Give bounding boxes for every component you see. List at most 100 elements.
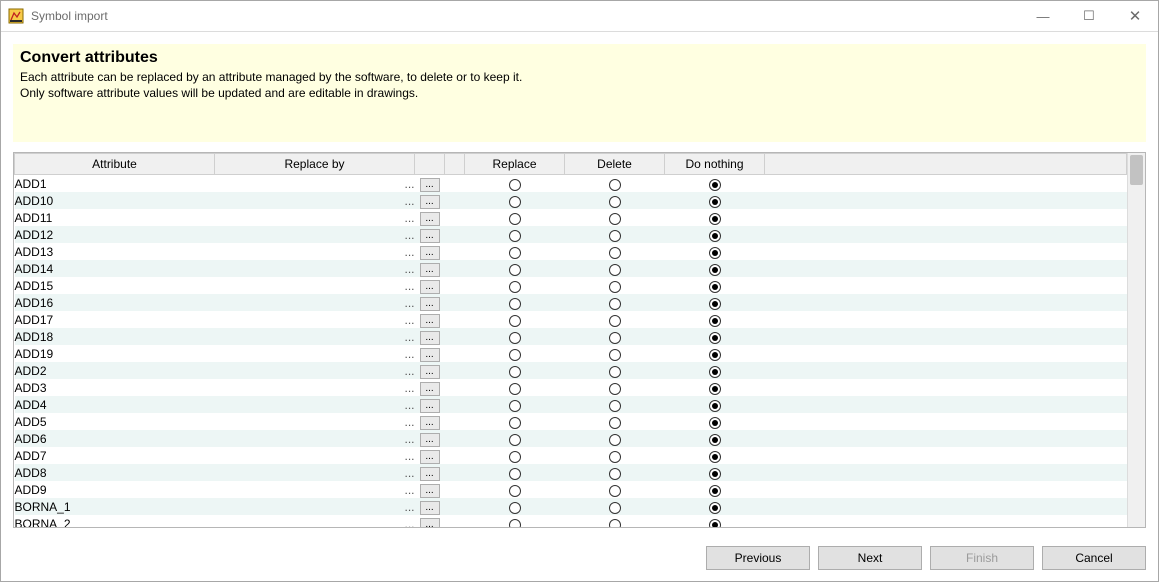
table-row[interactable]: ADD17...... [15,311,1127,328]
radio-delete[interactable] [609,502,621,514]
radio-replace[interactable] [509,519,521,528]
radio-delete[interactable] [609,383,621,395]
replace-by-cell[interactable]: ... [215,362,415,379]
radio-delete[interactable] [609,196,621,208]
replace-by-cell[interactable]: ... [215,396,415,413]
radio-replace[interactable] [509,434,521,446]
radio-delete[interactable] [609,264,621,276]
radio-do_nothing[interactable] [709,383,721,395]
radio-replace[interactable] [509,247,521,259]
scrollbar-thumb[interactable] [1130,155,1143,185]
radio-delete[interactable] [609,179,621,191]
radio-do_nothing[interactable] [709,417,721,429]
browse-button[interactable]: ... [420,348,440,362]
radio-replace[interactable] [509,230,521,242]
radio-do_nothing[interactable] [709,434,721,446]
browse-button[interactable]: ... [420,212,440,226]
radio-delete[interactable] [609,400,621,412]
radio-do_nothing[interactable] [709,179,721,191]
radio-delete[interactable] [609,213,621,225]
radio-delete[interactable] [609,332,621,344]
table-row[interactable]: ADD5...... [15,413,1127,430]
browse-button[interactable]: ... [420,263,440,277]
radio-delete[interactable] [609,315,621,327]
radio-delete[interactable] [609,298,621,310]
radio-do_nothing[interactable] [709,400,721,412]
browse-button[interactable]: ... [420,450,440,464]
radio-replace[interactable] [509,213,521,225]
replace-by-cell[interactable]: ... [215,447,415,464]
replace-by-cell[interactable]: ... [215,481,415,498]
table-row[interactable]: ADD15...... [15,277,1127,294]
replace-by-cell[interactable]: ... [215,226,415,243]
table-row[interactable]: ADD12...... [15,226,1127,243]
radio-delete[interactable] [609,519,621,528]
table-row[interactable]: ADD10...... [15,192,1127,209]
replace-by-cell[interactable]: ... [215,192,415,209]
radio-do_nothing[interactable] [709,281,721,293]
radio-do_nothing[interactable] [709,366,721,378]
replace-by-cell[interactable]: ... [215,515,415,527]
browse-button[interactable]: ... [420,416,440,430]
table-row[interactable]: ADD4...... [15,396,1127,413]
radio-do_nothing[interactable] [709,332,721,344]
table-row[interactable]: ADD6...... [15,430,1127,447]
replace-by-cell[interactable]: ... [215,311,415,328]
radio-do_nothing[interactable] [709,196,721,208]
radio-delete[interactable] [609,468,621,480]
replace-by-cell[interactable]: ... [215,430,415,447]
radio-do_nothing[interactable] [709,213,721,225]
radio-do_nothing[interactable] [709,349,721,361]
radio-delete[interactable] [609,366,621,378]
radio-replace[interactable] [509,315,521,327]
col-replace[interactable]: Replace [465,154,565,175]
browse-button[interactable]: ... [420,382,440,396]
radio-replace[interactable] [509,349,521,361]
browse-button[interactable]: ... [420,518,440,528]
replace-by-cell[interactable]: ... [215,498,415,515]
radio-do_nothing[interactable] [709,468,721,480]
browse-button[interactable]: ... [420,365,440,379]
radio-replace[interactable] [509,417,521,429]
table-row[interactable]: ADD14...... [15,260,1127,277]
browse-button[interactable]: ... [420,331,440,345]
radio-replace[interactable] [509,298,521,310]
radio-do_nothing[interactable] [709,485,721,497]
radio-delete[interactable] [609,485,621,497]
browse-button[interactable]: ... [420,501,440,515]
table-row[interactable]: ADD7...... [15,447,1127,464]
table-row[interactable]: ADD16...... [15,294,1127,311]
table-row[interactable]: ADD9...... [15,481,1127,498]
table-row[interactable]: ADD1...... [15,175,1127,193]
radio-replace[interactable] [509,502,521,514]
radio-do_nothing[interactable] [709,264,721,276]
radio-delete[interactable] [609,417,621,429]
col-replace-by[interactable]: Replace by [215,154,415,175]
radio-delete[interactable] [609,230,621,242]
browse-button[interactable]: ... [420,229,440,243]
radio-delete[interactable] [609,247,621,259]
replace-by-cell[interactable]: ... [215,345,415,362]
browse-button[interactable]: ... [420,467,440,481]
replace-by-cell[interactable]: ... [215,277,415,294]
radio-do_nothing[interactable] [709,298,721,310]
close-button[interactable]: ✕ [1112,1,1158,31]
table-row[interactable]: ADD2...... [15,362,1127,379]
cancel-button[interactable]: Cancel [1042,546,1146,570]
minimize-button[interactable]: — [1020,1,1066,31]
radio-replace[interactable] [509,366,521,378]
radio-replace[interactable] [509,179,521,191]
col-do-nothing[interactable]: Do nothing [665,154,765,175]
table-row[interactable]: ADD3...... [15,379,1127,396]
replace-by-cell[interactable]: ... [215,328,415,345]
vertical-scrollbar[interactable] [1127,153,1145,527]
col-attribute[interactable]: Attribute [15,154,215,175]
browse-button[interactable]: ... [420,297,440,311]
radio-delete[interactable] [609,434,621,446]
browse-button[interactable]: ... [420,399,440,413]
radio-replace[interactable] [509,400,521,412]
radio-delete[interactable] [609,451,621,463]
table-row[interactable]: ADD19...... [15,345,1127,362]
radio-replace[interactable] [509,468,521,480]
radio-replace[interactable] [509,281,521,293]
